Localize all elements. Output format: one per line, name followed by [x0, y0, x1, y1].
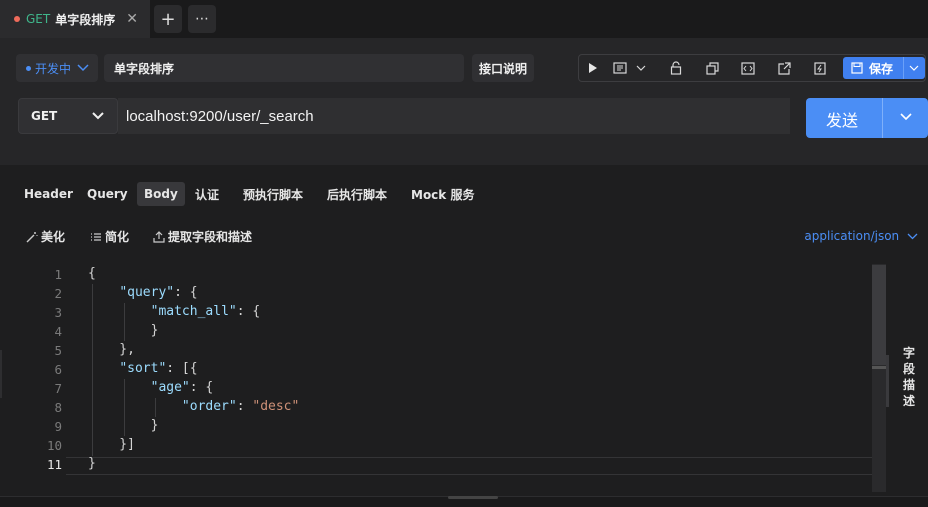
request-tab[interactable]: GET 单字段排序 ✕: [0, 0, 150, 38]
share-icon[interactable]: [771, 55, 797, 81]
api-doc-button[interactable]: 接口说明: [472, 54, 534, 82]
chevron-down-icon: [907, 233, 918, 240]
tab-method: GET: [26, 12, 51, 26]
more-icon[interactable]: ⋯: [188, 5, 216, 33]
method-select[interactable]: GET: [18, 98, 118, 134]
line-number: 10: [46, 438, 62, 453]
chevron-down-icon[interactable]: [633, 55, 649, 81]
code-editor[interactable]: 1 2 3 4 5 6 7 8 9 10 11 { "query": { "ma…: [0, 264, 886, 494]
add-tab-button[interactable]: +: [154, 5, 182, 33]
tab-auth[interactable]: 认证: [188, 182, 226, 206]
beautify-button[interactable]: 美化: [26, 228, 65, 245]
code-line: }: [88, 323, 159, 338]
line-number: 5: [54, 343, 62, 358]
content-type-value: application/json: [804, 229, 900, 243]
tab-name: 单字段排序: [55, 12, 116, 27]
tab-post-script[interactable]: 后执行脚本: [320, 182, 394, 206]
close-icon[interactable]: ✕: [126, 11, 138, 27]
code-line: "age": {: [150, 380, 214, 395]
extract-label: 提取字段和描述: [168, 230, 253, 244]
unsaved-dot: [14, 16, 20, 22]
save-icon: [851, 62, 863, 74]
chevron-down-icon[interactable]: [909, 60, 919, 76]
line-number: 7: [54, 381, 62, 396]
line-number: 9: [54, 419, 62, 434]
field-description-panel-toggle[interactable]: 字段描述: [902, 345, 916, 409]
request-title-input[interactable]: 单字段排序: [104, 54, 464, 82]
simplify-button[interactable]: 简化: [90, 228, 129, 245]
code-line: }: [88, 418, 159, 433]
send-button[interactable]: 发送: [806, 98, 928, 138]
tab-header[interactable]: Header: [17, 182, 80, 206]
save-divider: [903, 57, 904, 79]
code-line: },: [88, 342, 135, 357]
line-number: 8: [54, 400, 62, 415]
status-label: 开发中: [35, 61, 72, 76]
copy-icon[interactable]: [699, 55, 725, 81]
play-icon[interactable]: [580, 55, 606, 81]
upload-icon: [153, 230, 165, 243]
code-line: }]: [88, 437, 135, 452]
code-line: "match_all": {: [150, 304, 261, 319]
chevron-down-icon: [77, 64, 89, 72]
send-divider: [882, 98, 883, 138]
doc-icon[interactable]: [607, 55, 633, 81]
content-type-select[interactable]: application/json: [804, 229, 918, 243]
lightning-icon[interactable]: [807, 55, 833, 81]
request-toolbar: 保存: [578, 54, 926, 82]
tab-pre-script[interactable]: 预执行脚本: [236, 182, 310, 206]
save-label: 保存: [869, 61, 894, 76]
chevron-down-icon: [92, 112, 104, 120]
code-line: "order": "desc": [181, 399, 300, 414]
simplify-label: 简化: [105, 230, 130, 244]
save-button[interactable]: 保存: [843, 57, 925, 79]
request-tabs: Header Query Body 认证 预执行脚本 后执行脚本 Mock 服务: [0, 176, 928, 210]
current-line-highlight: [66, 457, 886, 475]
extract-fields-button[interactable]: 提取字段和描述: [153, 228, 252, 245]
line-number: 3: [54, 305, 62, 320]
status-dot: [26, 65, 31, 71]
bottom-resize-handle[interactable]: [448, 496, 498, 499]
tab-body[interactable]: Body: [137, 182, 185, 206]
send-label: 发送: [826, 111, 859, 130]
magic-wand-icon: [26, 231, 38, 242]
list-icon: [91, 232, 101, 241]
scrollbar-marker: [872, 366, 886, 369]
body-toolbar: 美化 简化 提取字段和描述 application/json: [0, 222, 928, 250]
line-number: 2: [54, 286, 62, 301]
request-header-panel: 开发中 单字段排序 接口说明 保存 GET localhost:9200/use…: [0, 38, 928, 165]
code-icon[interactable]: [735, 55, 761, 81]
chevron-down-icon[interactable]: [898, 109, 914, 125]
code-line: }: [88, 456, 96, 471]
method-value: GET: [31, 109, 58, 123]
beautify-label: 美化: [41, 230, 66, 244]
status-select[interactable]: 开发中: [16, 54, 98, 82]
code-line: "sort": [{: [119, 361, 198, 376]
tab-mock[interactable]: Mock 服务: [404, 182, 481, 206]
code-line: "query": {: [119, 285, 198, 300]
line-number: 1: [54, 267, 62, 282]
panel-resize-handle[interactable]: [886, 355, 889, 407]
tab-bar: GET 单字段排序 ✕ + ⋯: [0, 0, 928, 38]
line-number: 6: [54, 362, 62, 377]
left-resize-handle[interactable]: [0, 350, 2, 398]
line-number: 11: [46, 457, 62, 472]
scrollbar-thumb[interactable]: [872, 265, 886, 365]
unlock-icon[interactable]: [663, 55, 689, 81]
url-input[interactable]: localhost:9200/user/_search: [118, 98, 790, 134]
line-number: 4: [54, 324, 62, 339]
tab-query[interactable]: Query: [80, 182, 135, 206]
code-line: {: [88, 266, 96, 281]
